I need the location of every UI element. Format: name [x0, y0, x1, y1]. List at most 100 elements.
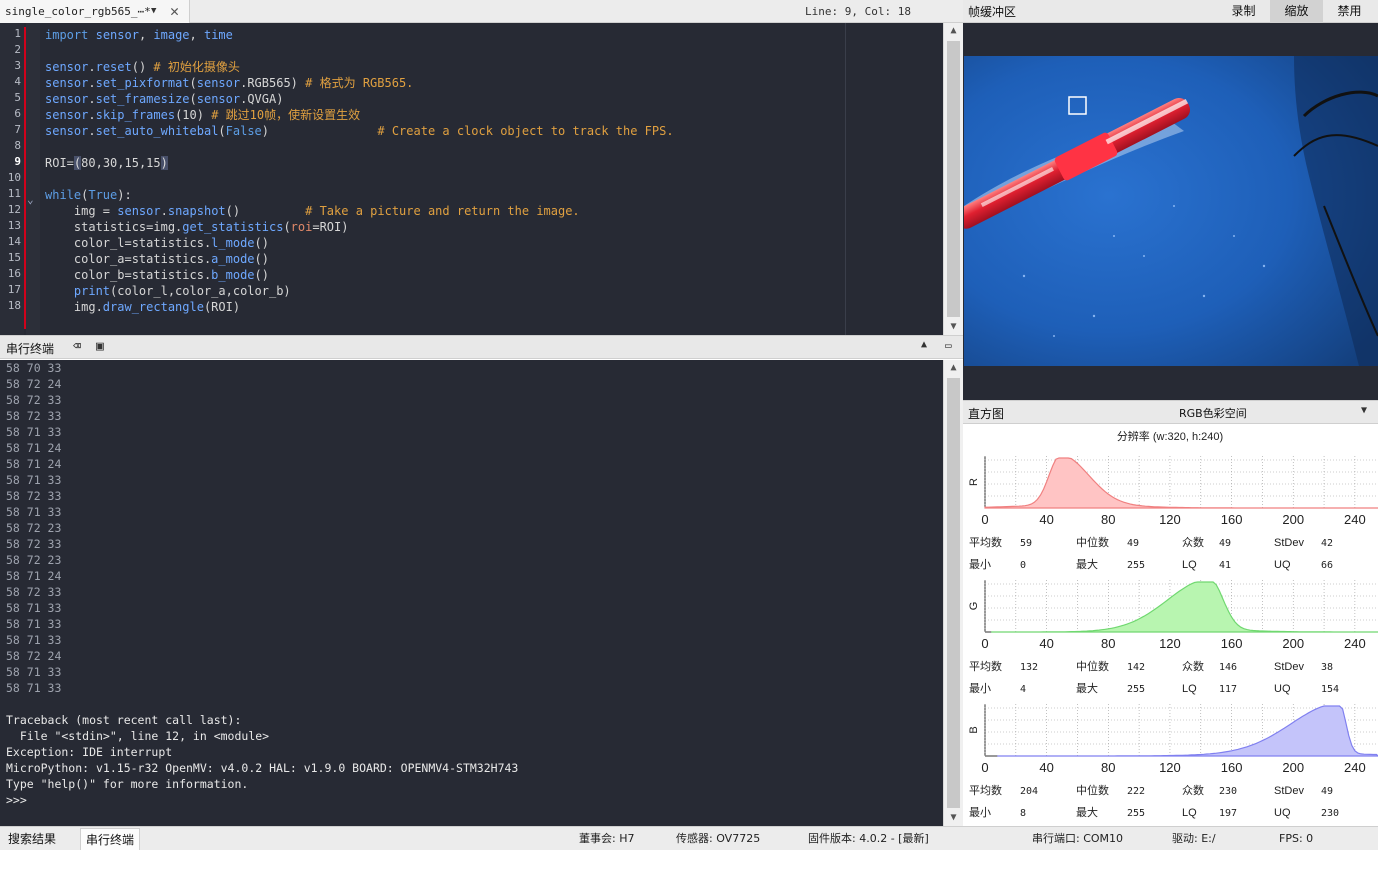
terminal-line: Traceback (most recent call last):: [6, 713, 242, 727]
line-number: 18: [7, 299, 21, 312]
tick-label: 80: [1101, 760, 1115, 775]
drive-info[interactable]: 驱动: E:/: [1172, 827, 1216, 851]
tick-label: 200: [1282, 636, 1304, 651]
stat-max: 255: [1127, 808, 1145, 819]
terminal-line: 58 72 33: [6, 537, 62, 551]
status-bar: 搜索结果 串行终端 董事会: H7 传感器: OV7725 固件版本: 4.0.…: [0, 826, 1378, 850]
scroll-up-icon[interactable]: ▲: [944, 23, 963, 39]
tick-label: 120: [1159, 512, 1181, 527]
line-number: 1: [14, 27, 21, 40]
code-line[interactable]: while(True):: [45, 187, 132, 203]
code-line[interactable]: sensor.reset() # 初始化摄像头: [45, 59, 240, 75]
maximize-icon[interactable]: ▭: [945, 339, 952, 352]
tick-label: 200: [1282, 512, 1304, 527]
line-number: 9: [14, 155, 21, 168]
terminal-line: >>>: [6, 793, 27, 807]
close-icon[interactable]: ✕: [170, 0, 179, 23]
scroll-down-icon[interactable]: ▼: [944, 319, 963, 335]
editor-tab-bar: single_color_rgb565_⋯* ▼ ✕ Line: 9, Col:…: [0, 0, 963, 23]
histogram-area: 分辨率 (w:320, h:240) R 0 40 80 120 160 200 240 平均数 5…: [963, 424, 1378, 826]
window-bottom: [0, 850, 1378, 881]
stat-uq: 154: [1321, 684, 1339, 695]
cursor-position: Line: 9, Col: 18: [805, 5, 911, 18]
scroll-up-icon[interactable]: ▲: [944, 360, 963, 376]
line-number: 16: [7, 267, 21, 280]
tab-search-results[interactable]: 搜索结果: [3, 828, 61, 850]
margin-line: [845, 23, 846, 335]
tab-serial-terminal[interactable]: 串行终端: [80, 828, 141, 850]
terminal-line: 58 71 33: [6, 601, 62, 615]
tick-label: 40: [1039, 636, 1053, 651]
serial-port-info[interactable]: 串行端口: COM10: [1032, 827, 1123, 851]
scroll-thumb[interactable]: [947, 41, 960, 317]
terminal-line: 58 71 33: [6, 473, 62, 487]
serial-terminal-output[interactable]: 58 70 33 58 72 24 58 72 33 58 72 33 58 71 33…: [0, 360, 943, 826]
line-number-gutter: 1 2 3 4 5 6 7 8 9 10 11 12 13 14 15 16 17 18: [0, 23, 24, 335]
disable-button[interactable]: 禁用: [1323, 0, 1376, 23]
stat-median: 142: [1127, 662, 1145, 673]
serial-terminal-header: 串行终端 ⌫ ▣ ▲ ▭: [0, 335, 963, 359]
record-button[interactable]: 录制: [1217, 0, 1270, 23]
tab-dropdown-icon[interactable]: ▼: [151, 0, 156, 23]
stat-uq-label: UQ: [1274, 559, 1291, 571]
line-number: 6: [14, 107, 21, 120]
line-number: 15: [7, 251, 21, 264]
terminal-line: 58 71 24: [6, 441, 62, 455]
scroll-thumb[interactable]: [947, 378, 960, 808]
code-line[interactable]: color_l=statistics.l_mode(): [45, 235, 269, 251]
code-line[interactable]: print(color_l,color_a,color_b): [45, 283, 291, 299]
code-line[interactable]: img.draw_rectangle(ROI): [45, 299, 240, 315]
stat-mean: 132: [1020, 662, 1038, 673]
line-number: 12: [7, 203, 21, 216]
code-line[interactable]: import sensor, image, time: [45, 27, 233, 43]
code-line[interactable]: color_b=statistics.b_mode(): [45, 267, 269, 283]
code-line[interactable]: img = sensor.snapshot() # Take a picture…: [45, 203, 580, 219]
code-line[interactable]: sensor.set_framesize(sensor.QVGA): [45, 91, 283, 107]
code-line[interactable]: sensor.set_auto_whitebal(False) # Create…: [45, 123, 674, 139]
terminal-line: Exception: IDE interrupt: [6, 745, 173, 759]
board-info[interactable]: 董事会: H7: [579, 827, 634, 851]
collapse-up-icon[interactable]: ▲: [921, 339, 927, 350]
stat-min: 4: [1020, 684, 1026, 695]
tick-label: 80: [1101, 512, 1115, 527]
code-area[interactable]: import sensor, image, time sensor.reset()…: [45, 23, 845, 335]
code-line[interactable]: sensor.set_pixformat(sensor.RGB565) # 格式…: [45, 75, 413, 91]
terminal-scrollbar[interactable]: ▲ ▼: [943, 360, 963, 826]
tick-label: 240: [1344, 636, 1366, 651]
line-number: 3: [14, 59, 21, 72]
zoom-button[interactable]: 缩放: [1270, 0, 1323, 23]
terminal-line: File "<stdin>", line 12, in <module>: [6, 729, 270, 743]
stat-lq-label: LQ: [1182, 683, 1197, 695]
stat-median: 222: [1127, 786, 1145, 797]
file-tab[interactable]: single_color_rgb565_⋯* ▼ ✕: [0, 0, 190, 23]
code-line[interactable]: ROI=(80,30,15,15): [45, 155, 168, 171]
stat-stdev-label: StDev: [1274, 661, 1304, 673]
code-line[interactable]: sensor.skip_frames(10) # 跳过10帧，使新设置生效: [45, 107, 360, 123]
terminal-line: 58 72 24: [6, 377, 62, 391]
frame-buffer-view[interactable]: [963, 23, 1378, 398]
clear-terminal-icon[interactable]: ⌫: [73, 339, 81, 354]
line-number: 4: [14, 75, 21, 88]
code-editor[interactable]: 1 2 3 4 5 6 7 8 9 10 11 12 13 14 15 16 17 18 ⌄ import sen…: [0, 23, 963, 335]
save-icon[interactable]: ▣: [96, 339, 104, 354]
scroll-down-icon[interactable]: ▼: [944, 810, 963, 826]
color-space-select[interactable]: RGB色彩空间: [1179, 405, 1247, 421]
firmware-info[interactable]: 固件版本: 4.0.2 - [最新]: [808, 827, 929, 851]
editor-scrollbar[interactable]: ▲ ▼: [943, 23, 963, 335]
terminal-line: 58 71 33: [6, 665, 62, 679]
terminal-line: 58 72 33: [6, 585, 62, 599]
histogram-chart: 分辨率 (w:320, h:240)R0 40 80 120 160 200 240平均数 5…: [968, 429, 1378, 819]
stat-mode: 230: [1219, 786, 1237, 797]
stat-lq-label: LQ: [1182, 807, 1197, 819]
histogram-curve-b: [997, 705, 1378, 757]
stat-max: 255: [1127, 560, 1145, 571]
terminal-line: 58 71 33: [6, 681, 62, 695]
chevron-down-icon[interactable]: ▼: [1361, 405, 1367, 416]
channel-axis-label: G: [968, 602, 980, 611]
fold-arrow-icon[interactable]: ⌄: [27, 193, 34, 206]
channel-axis-label: R: [968, 478, 980, 486]
code-line[interactable]: color_a=statistics.a_mode(): [45, 251, 269, 267]
code-line[interactable]: statistics=img.get_statistics(roi=ROI): [45, 219, 349, 235]
stat-mean-label: 平均数: [969, 784, 1002, 797]
terminal-line: 58 71 33: [6, 633, 62, 647]
